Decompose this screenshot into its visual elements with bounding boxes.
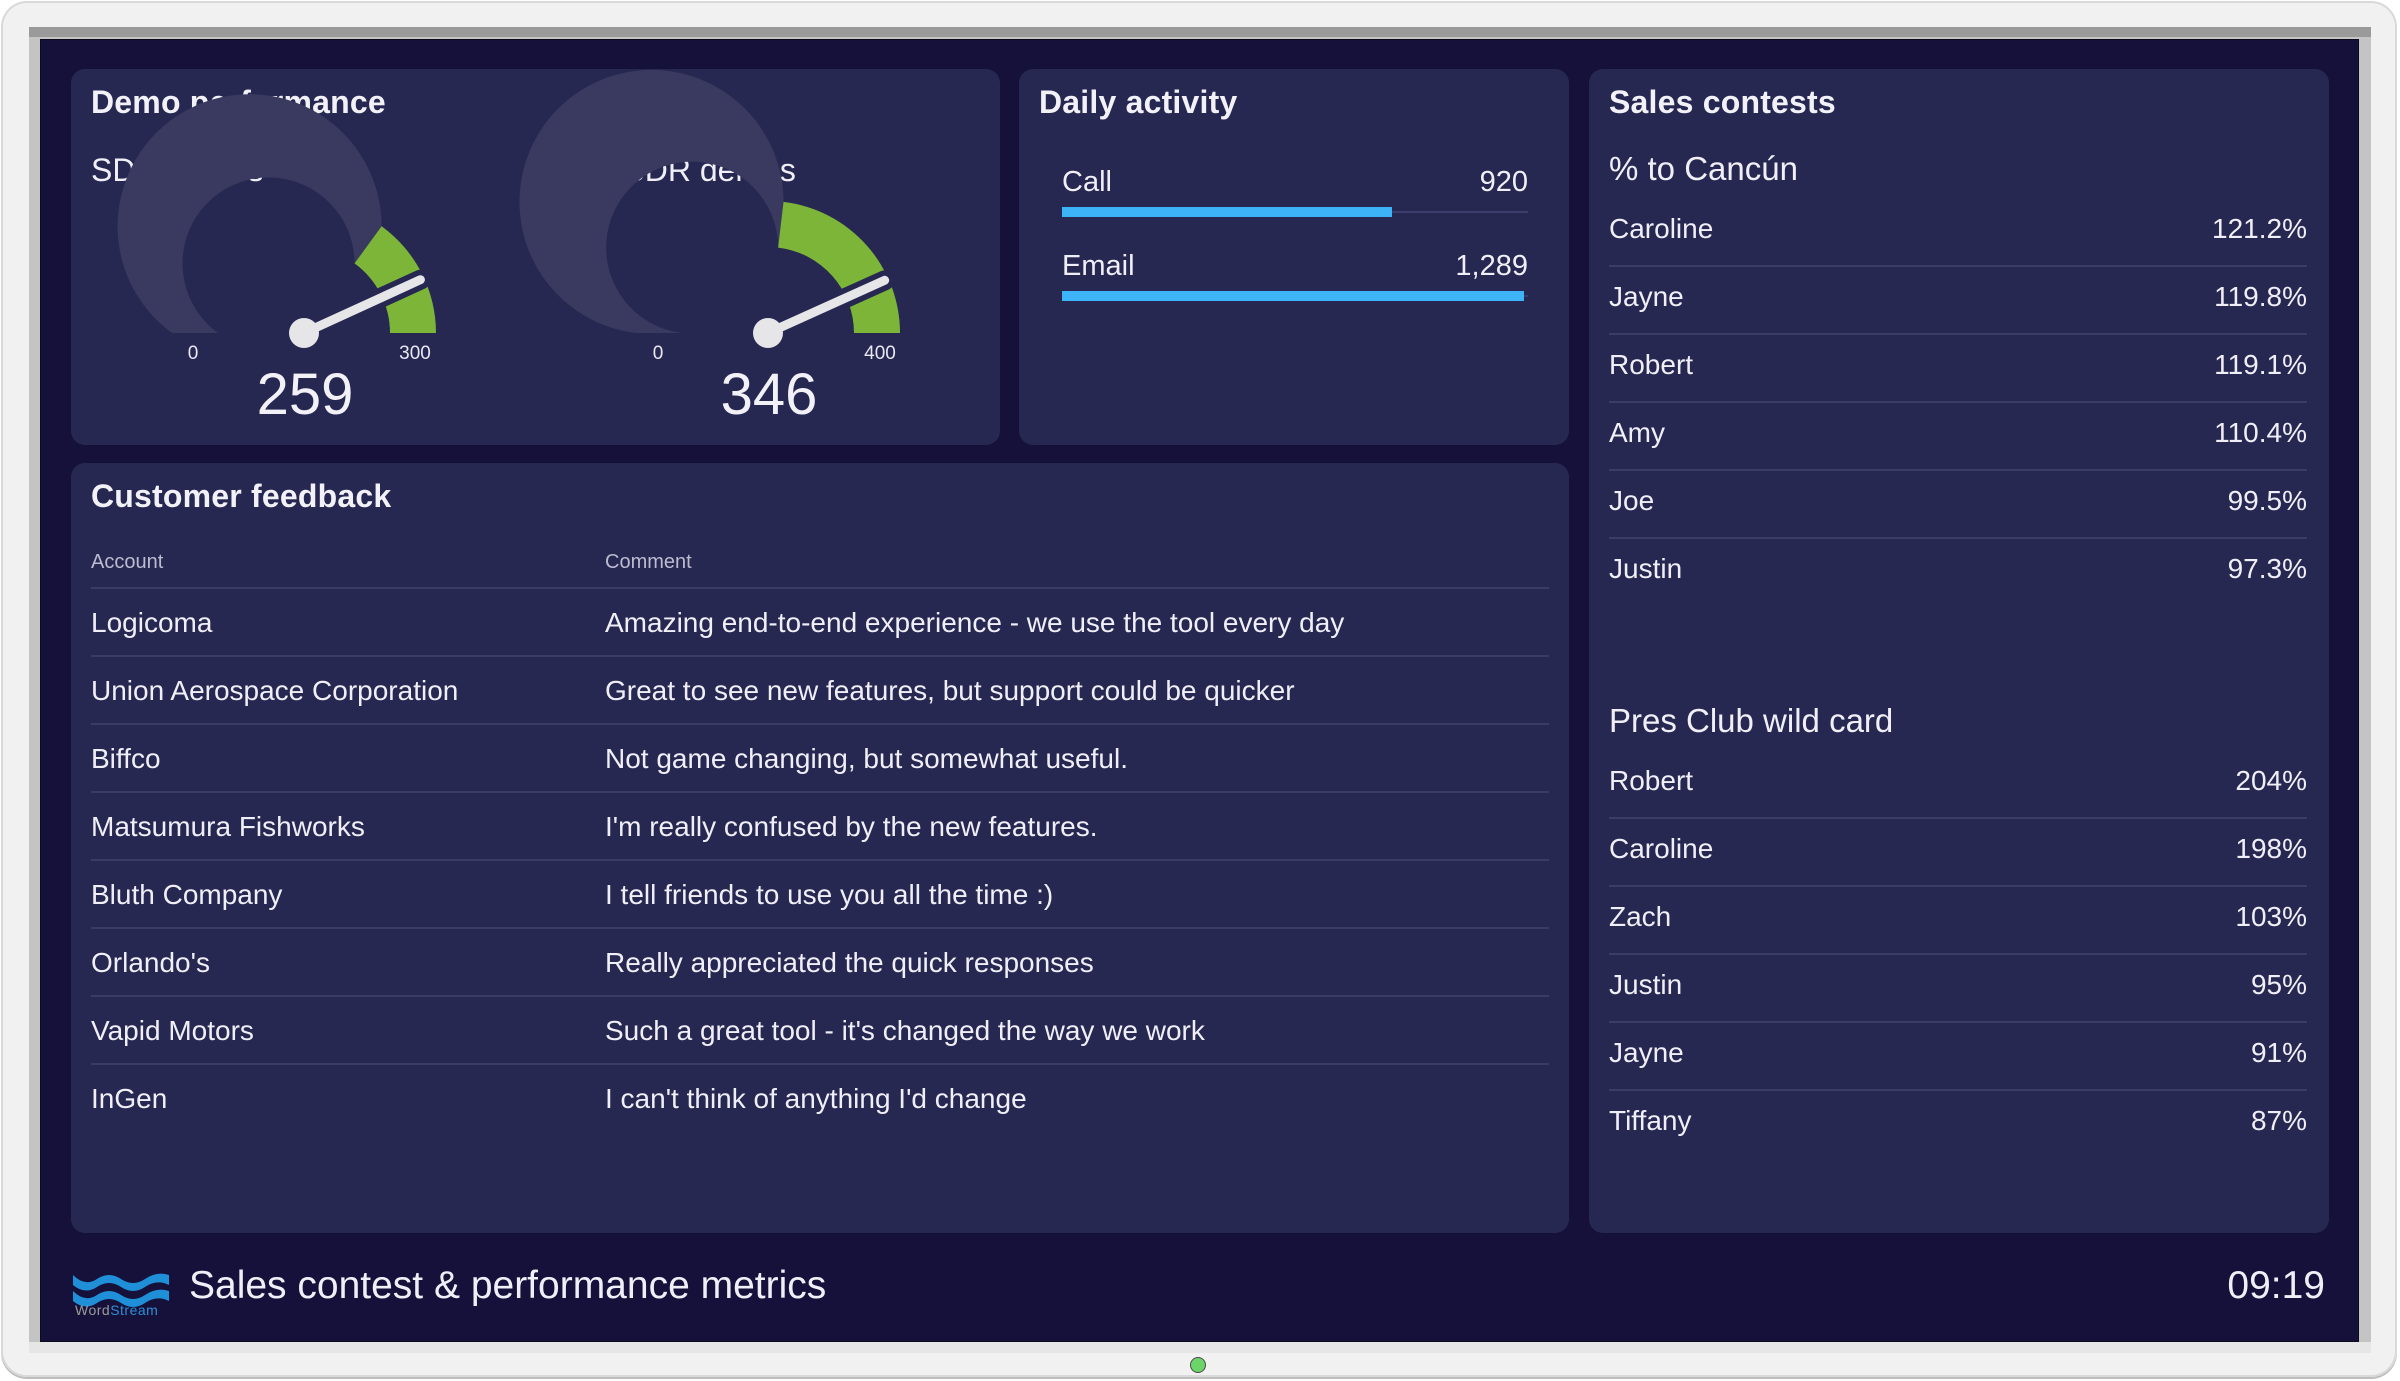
- table-header: Account Comment: [91, 543, 1549, 589]
- contest-row: Justin 95%: [1609, 955, 2307, 1023]
- contest-title-pres-club: Pres Club wild card: [1609, 702, 1894, 739]
- contest-title-cancun: % to Cancún: [1609, 150, 1798, 187]
- activity-row-call: Call 920: [1062, 166, 1528, 226]
- contest-name: Robert: [1609, 765, 1694, 796]
- activity-row-email: Email 1,289: [1062, 250, 1528, 310]
- comment-cell: Really appreciated the quick responses: [605, 947, 1094, 978]
- gauge-non-sdr-svg: [519, 69, 900, 348]
- wordstream-logo-text: WordStream: [75, 1302, 158, 1318]
- contest-row: Caroline 198%: [1609, 819, 2307, 887]
- contest-value: 91%: [2250, 1037, 2307, 1068]
- contest-value: 204%: [2235, 765, 2307, 796]
- clock: 09:19: [2227, 1264, 2325, 1307]
- contest-name: Caroline: [1609, 833, 1714, 864]
- table-row: Matsumura Fishworks I'm really confused b…: [91, 793, 1549, 861]
- comment-cell: I'm really confused by the new features.: [605, 811, 1098, 842]
- contest-row: Zach 103%: [1609, 887, 2307, 955]
- contest-list-pres-club: Robert 204% Caroline 198% Zach 103% Justin 9…: [1609, 751, 2307, 1159]
- monitor-bezel-bottom: [29, 1342, 2371, 1353]
- contest-row: Justin 97.3%: [1609, 539, 2307, 607]
- logo-text-stream: Stream: [110, 1302, 159, 1318]
- gauge-value: 346: [720, 362, 818, 427]
- table-row: Orlando's Really appreciated the quick re…: [91, 929, 1549, 997]
- account-cell: Biffco: [91, 743, 161, 774]
- column-header-comment: Comment: [605, 551, 692, 573]
- contest-row: Jayne 119.8%: [1609, 267, 2307, 335]
- account-cell: Vapid Motors: [91, 1015, 254, 1046]
- table-row: Vapid Motors Such a great tool - it's cha…: [91, 997, 1549, 1065]
- contest-row: Robert 204%: [1609, 751, 2307, 819]
- contest-value: 95%: [2250, 969, 2307, 1000]
- contest-name: Caroline: [1609, 213, 1714, 244]
- contest-name: Amy: [1609, 417, 1665, 448]
- table-row: Union Aerospace Corporation Great to see …: [91, 657, 1549, 725]
- contest-row: Amy 110.4%: [1609, 403, 2307, 471]
- panel-title: Daily activity: [1039, 84, 1238, 120]
- contest-value: 97.3%: [2227, 553, 2307, 584]
- comment-cell: I can't think of anything I'd change: [605, 1083, 1027, 1114]
- contest-value: 198%: [2235, 833, 2307, 864]
- contest-row: Joe 99.5%: [1609, 471, 2307, 539]
- panel-title: Customer feedback: [91, 478, 392, 514]
- table-row: Biffco Not game changing, but somewhat us…: [91, 725, 1549, 793]
- activity-label: Call: [1062, 166, 1112, 198]
- contest-value: 119.1%: [2214, 349, 2307, 380]
- power-led-icon: [1191, 1358, 1205, 1372]
- customer-feedback-panel: Customer feedback Account Comment Logico…: [71, 463, 1569, 1233]
- comment-cell: I tell friends to use you all the time :…: [605, 879, 1054, 910]
- feedback-table: Account Comment Logicoma Amazing end-to-e…: [91, 543, 1549, 1133]
- contest-name: Jayne: [1609, 281, 1684, 312]
- table-row: Bluth Company I tell friends to use you a…: [91, 861, 1549, 929]
- panel-title: Sales contests: [1609, 84, 1836, 120]
- comment-cell: Amazing end-to-end experience - we use t…: [605, 607, 1345, 638]
- activity-label: Email: [1062, 250, 1135, 282]
- table-row: Logicoma Amazing end-to-end experience - …: [91, 589, 1549, 657]
- dashboard-title: Sales contest & performance metrics: [189, 1264, 827, 1307]
- contest-name: Justin: [1609, 553, 1683, 584]
- activity-bar: [1062, 207, 1392, 217]
- account-cell: Logicoma: [91, 607, 213, 638]
- daily-activity-panel: Daily activity Call 920 Email 1,289: [1019, 69, 1569, 445]
- gauge-needle-hub: [753, 318, 783, 348]
- contest-name: Jayne: [1609, 1037, 1684, 1068]
- contest-name: Joe: [1609, 485, 1655, 516]
- contest-row: Caroline 121.2%: [1609, 199, 2307, 267]
- contest-list-cancun: Caroline 121.2% Jayne 119.8% Robert 119.1% …: [1609, 199, 2307, 607]
- gauge-max-label: 400: [864, 343, 896, 364]
- contest-value: 87%: [2250, 1105, 2307, 1136]
- comment-cell: Not game changing, but somewhat useful.: [605, 743, 1128, 774]
- comment-cell: Great to see new features, but support c…: [605, 675, 1295, 706]
- contest-row: Jayne 91%: [1609, 1023, 2307, 1091]
- gauge-min-label: 0: [652, 343, 664, 364]
- contest-name: Zach: [1609, 901, 1672, 932]
- gauge-track: [519, 69, 784, 334]
- account-cell: Union Aerospace Corporation: [91, 675, 459, 706]
- comment-cell: Such a great tool - it's changed the way…: [605, 1015, 1205, 1046]
- account-cell: Matsumura Fishworks: [91, 811, 365, 842]
- sales-contests-panel: Sales contests % to Cancún Caroline 121.2…: [1589, 69, 2329, 1233]
- column-header-account: Account: [91, 551, 164, 573]
- account-cell: Bluth Company: [91, 879, 283, 910]
- activity-value: 920: [1479, 166, 1528, 198]
- logo-text-word: Word: [75, 1302, 111, 1318]
- account-cell: InGen: [91, 1083, 168, 1114]
- account-cell: Orlando's: [91, 947, 210, 978]
- contest-value: 119.8%: [2214, 281, 2307, 312]
- contest-name: Robert: [1609, 349, 1694, 380]
- contest-name: Justin: [1609, 969, 1683, 1000]
- activity-value: 1,289: [1455, 250, 1528, 282]
- contest-value: 103%: [2235, 901, 2307, 932]
- contest-row: Tiffany 87%: [1609, 1091, 2307, 1159]
- contest-value: 99.5%: [2227, 485, 2307, 516]
- contest-row: Robert 119.1%: [1609, 335, 2307, 403]
- contest-name: Tiffany: [1609, 1105, 1692, 1136]
- demo-performance-panel: Demo performance SDR demos 0 300 259 Non…: [71, 69, 1000, 445]
- contest-value: 121.2%: [2212, 213, 2307, 244]
- table-row: InGen I can't think of anything I'd chang…: [91, 1065, 1549, 1133]
- contest-value: 110.4%: [2214, 417, 2307, 448]
- activity-bar: [1062, 291, 1525, 301]
